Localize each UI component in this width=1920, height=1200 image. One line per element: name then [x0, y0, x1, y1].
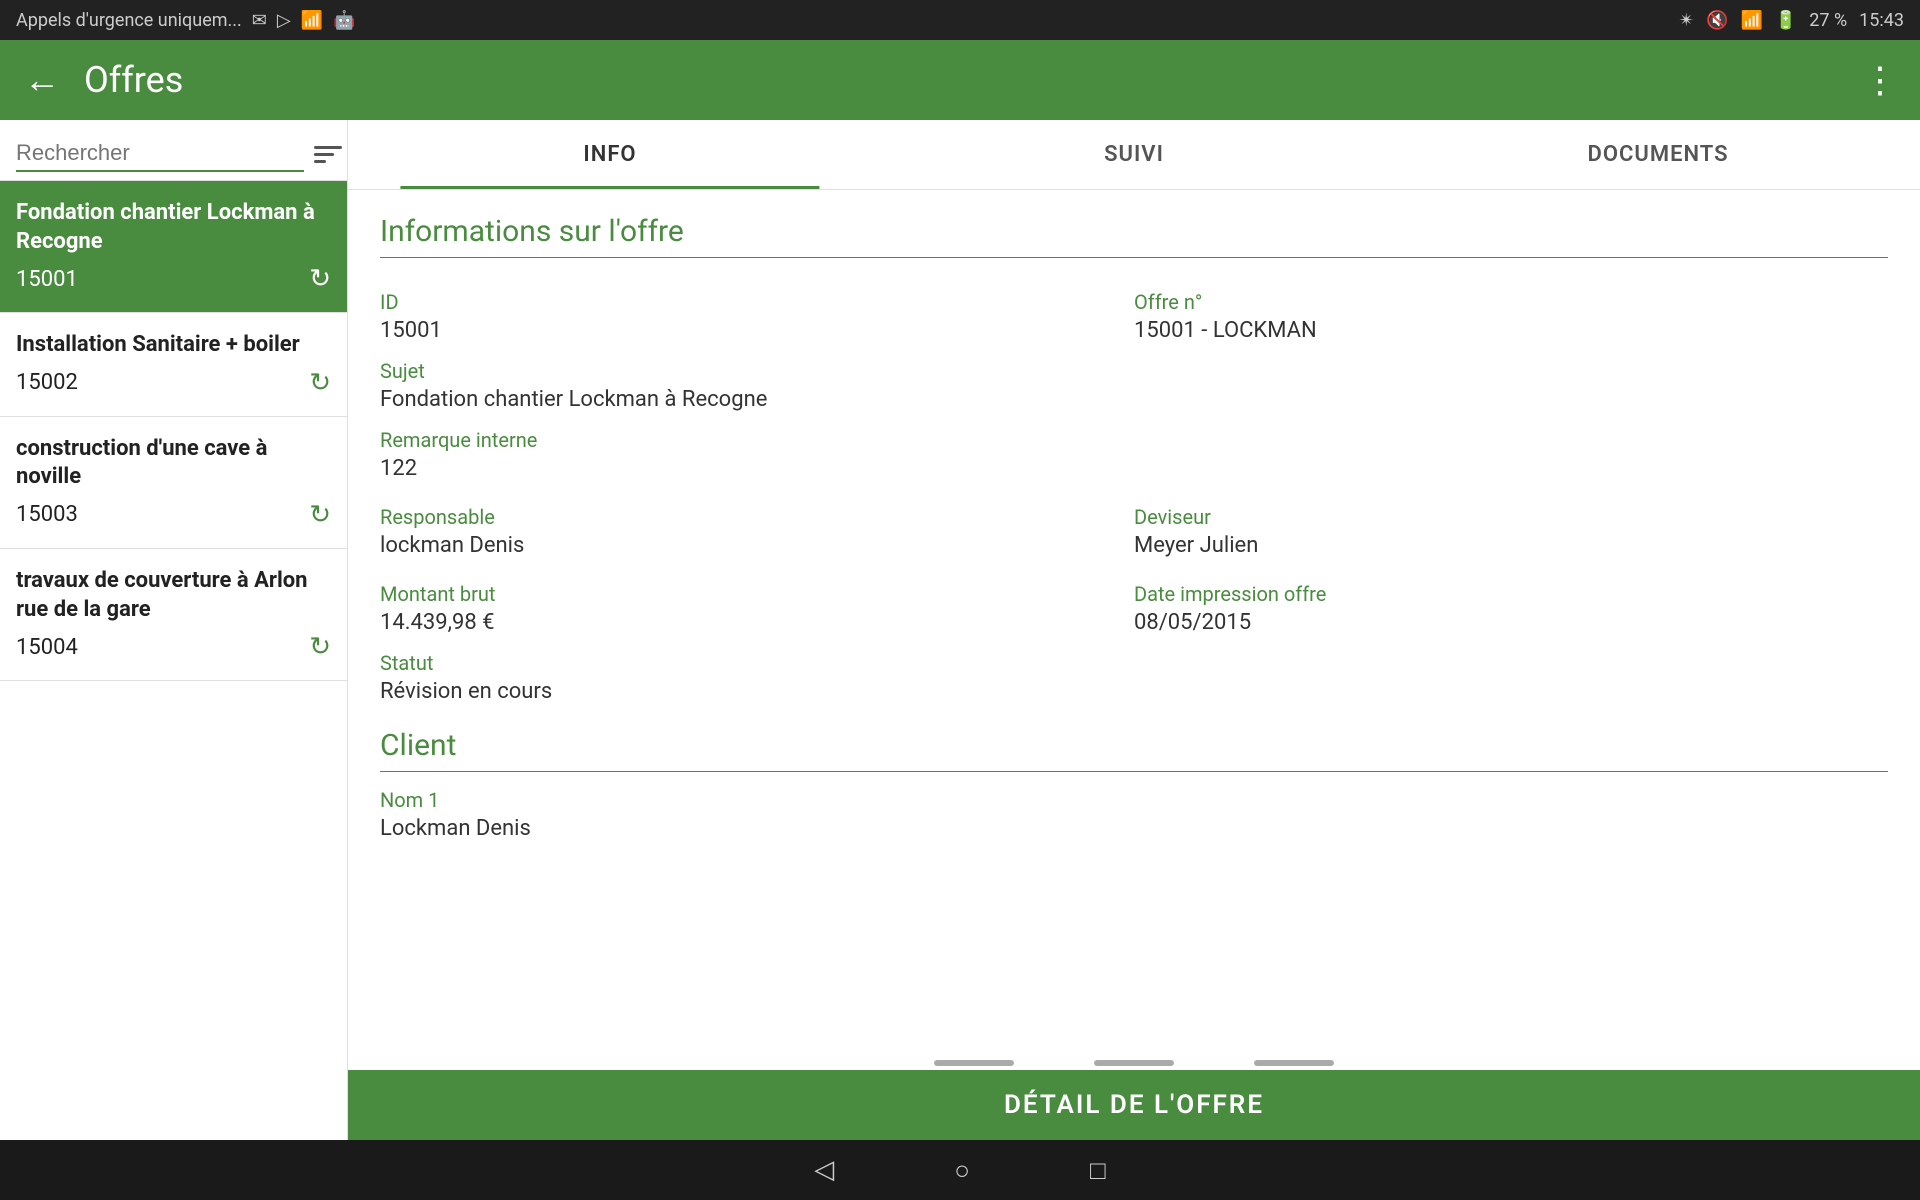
- montant-label: Montant brut: [380, 582, 1134, 606]
- statut-field: Statut Révision en cours: [380, 651, 1888, 704]
- back-button[interactable]: ←: [24, 59, 60, 101]
- remarque-field: Remarque interne 122: [380, 428, 1888, 481]
- sidebar-item-title: travaux de couverture à Arlon rue de la …: [16, 567, 331, 624]
- sidebar-item-id: 15001: [16, 267, 78, 292]
- sujet-label: Sujet: [380, 359, 1888, 383]
- tab-info[interactable]: INFO: [348, 120, 872, 189]
- bluetooth-icon: ✴: [1679, 10, 1694, 31]
- responsable-label: Responsable: [380, 505, 1134, 529]
- more-menu-button[interactable]: ⋮: [1862, 59, 1896, 101]
- search-bar: [0, 120, 347, 181]
- client-section-title: Client: [380, 728, 1888, 772]
- date-imp-label: Date impression offre: [1134, 582, 1888, 606]
- deviseur-field: Deviseur Meyer Julien: [1134, 489, 1888, 558]
- wifi-status-icon: 📶: [1740, 10, 1762, 31]
- app-bar-left: ← Offres: [24, 59, 183, 101]
- sidebar-item[interactable]: Installation Sanitaire + boiler 15002 ↻: [0, 313, 347, 417]
- status-bar-left: Appels d'urgence uniquem... ✉ ▷ 📶 🤖: [16, 10, 356, 31]
- remarque-value: 122: [380, 456, 1888, 481]
- sidebar-item-footer: 15003 ↻: [16, 500, 331, 530]
- sync-icon: ↻: [309, 264, 331, 294]
- sujet-field: Sujet Fondation chantier Lockman à Recog…: [380, 359, 1888, 412]
- clock: 15:43: [1859, 10, 1904, 31]
- sidebar-item-footer: 15002 ↻: [16, 368, 331, 398]
- offer-section-title: Informations sur l'offre: [380, 214, 1888, 258]
- sidebar-item-id: 15002: [16, 370, 78, 395]
- email-icon: ✉: [252, 10, 267, 31]
- montant-date-grid: Montant brut 14.439,98 € Date impression…: [380, 566, 1888, 635]
- sidebar-item-id: 15004: [16, 635, 78, 660]
- filter-button[interactable]: [314, 146, 342, 163]
- sidebar-item-id: 15003: [16, 502, 78, 527]
- signal-icon: ▷: [277, 10, 291, 31]
- sync-icon: ↻: [309, 632, 331, 662]
- sidebar-item[interactable]: construction d'une cave à noville 15003 …: [0, 417, 347, 549]
- offre-label: Offre n°: [1134, 290, 1888, 314]
- date-imp-value: 08/05/2015: [1134, 610, 1888, 635]
- detail-offer-label: DÉTAIL DE L'OFFRE: [1004, 1090, 1264, 1120]
- main-content: Fondation chantier Lockman à Recogne 150…: [0, 120, 1920, 1140]
- nom1-value: Lockman Denis: [380, 816, 1888, 841]
- sync-icon: ↻: [309, 500, 331, 530]
- responsable-value: lockman Denis: [380, 533, 1134, 558]
- sidebar: Fondation chantier Lockman à Recogne 150…: [0, 120, 348, 1140]
- offre-field: Offre n° 15001 - LOCKMAN: [1134, 274, 1888, 343]
- tab-suivi[interactable]: SUIVI: [872, 120, 1396, 189]
- montant-value: 14.439,98 €: [380, 610, 1134, 635]
- scroll-hint: [348, 1052, 1920, 1070]
- status-bar-right: ✴ 🔇 📶 🔋 27 % 15:43: [1679, 10, 1904, 31]
- sidebar-item-footer: 15001 ↻: [16, 264, 331, 294]
- deviseur-value: Meyer Julien: [1134, 533, 1888, 558]
- client-section: Client Nom 1 Lockman Denis: [380, 728, 1888, 841]
- scroll-thumb-2: [1094, 1060, 1174, 1066]
- statut-label: Statut: [380, 651, 1888, 675]
- search-input[interactable]: [16, 136, 304, 172]
- nav-bar: ◁ ○ □: [0, 1140, 1920, 1200]
- android-icon: 🤖: [333, 10, 355, 31]
- battery-icon: 🔋: [1775, 10, 1797, 31]
- nav-home-button[interactable]: ○: [954, 1155, 970, 1186]
- nav-back-button[interactable]: ◁: [814, 1155, 834, 1185]
- detail-panel: INFO SUIVI DOCUMENTS Informations sur l'…: [348, 120, 1920, 1140]
- id-label: ID: [380, 290, 1134, 314]
- detail-content: Informations sur l'offre ID 15001 Offre …: [348, 190, 1920, 1052]
- responsable-deviseur-grid: Responsable lockman Denis Deviseur Meyer…: [380, 489, 1888, 558]
- statut-value: Révision en cours: [380, 679, 1888, 704]
- status-bar-text: Appels d'urgence uniquem...: [16, 10, 242, 31]
- responsable-field: Responsable lockman Denis: [380, 489, 1134, 558]
- deviseur-label: Deviseur: [1134, 505, 1888, 529]
- scroll-thumb-1: [934, 1060, 1014, 1066]
- mute-icon: 🔇: [1706, 10, 1728, 31]
- status-bar: Appels d'urgence uniquem... ✉ ▷ 📶 🤖 ✴ 🔇 …: [0, 0, 1920, 40]
- tabs: INFO SUIVI DOCUMENTS: [348, 120, 1920, 190]
- nom1-label: Nom 1: [380, 788, 1888, 812]
- sidebar-item-title: Fondation chantier Lockman à Recogne: [16, 199, 331, 256]
- app-title: Offres: [84, 59, 183, 101]
- battery-percent: 27 %: [1809, 10, 1847, 31]
- offre-value: 15001 - LOCKMAN: [1134, 318, 1888, 343]
- sidebar-item-title: construction d'une cave à noville: [16, 435, 331, 492]
- date-imp-field: Date impression offre 08/05/2015: [1134, 566, 1888, 635]
- id-value: 15001: [380, 318, 1134, 343]
- wifi-icon: 📶: [301, 10, 323, 31]
- sidebar-item-title: Installation Sanitaire + boiler: [16, 331, 331, 360]
- sync-icon: ↻: [309, 368, 331, 398]
- sidebar-item-footer: 15004 ↻: [16, 632, 331, 662]
- sidebar-item[interactable]: Fondation chantier Lockman à Recogne 150…: [0, 181, 347, 313]
- app-bar: ← Offres ⋮: [0, 40, 1920, 120]
- sujet-value: Fondation chantier Lockman à Recogne: [380, 387, 1888, 412]
- sidebar-list: Fondation chantier Lockman à Recogne 150…: [0, 181, 347, 1140]
- montant-field: Montant brut 14.439,98 €: [380, 566, 1134, 635]
- tab-documents[interactable]: DOCUMENTS: [1396, 120, 1920, 189]
- scroll-thumb-3: [1254, 1060, 1334, 1066]
- remarque-label: Remarque interne: [380, 428, 1888, 452]
- nav-recents-button[interactable]: □: [1090, 1155, 1106, 1186]
- id-offre-grid: ID 15001 Offre n° 15001 - LOCKMAN: [380, 274, 1888, 343]
- nom1-field: Nom 1 Lockman Denis: [380, 788, 1888, 841]
- detail-offer-button[interactable]: DÉTAIL DE L'OFFRE: [348, 1070, 1920, 1140]
- sidebar-item[interactable]: travaux de couverture à Arlon rue de la …: [0, 549, 347, 681]
- id-field: ID 15001: [380, 274, 1134, 343]
